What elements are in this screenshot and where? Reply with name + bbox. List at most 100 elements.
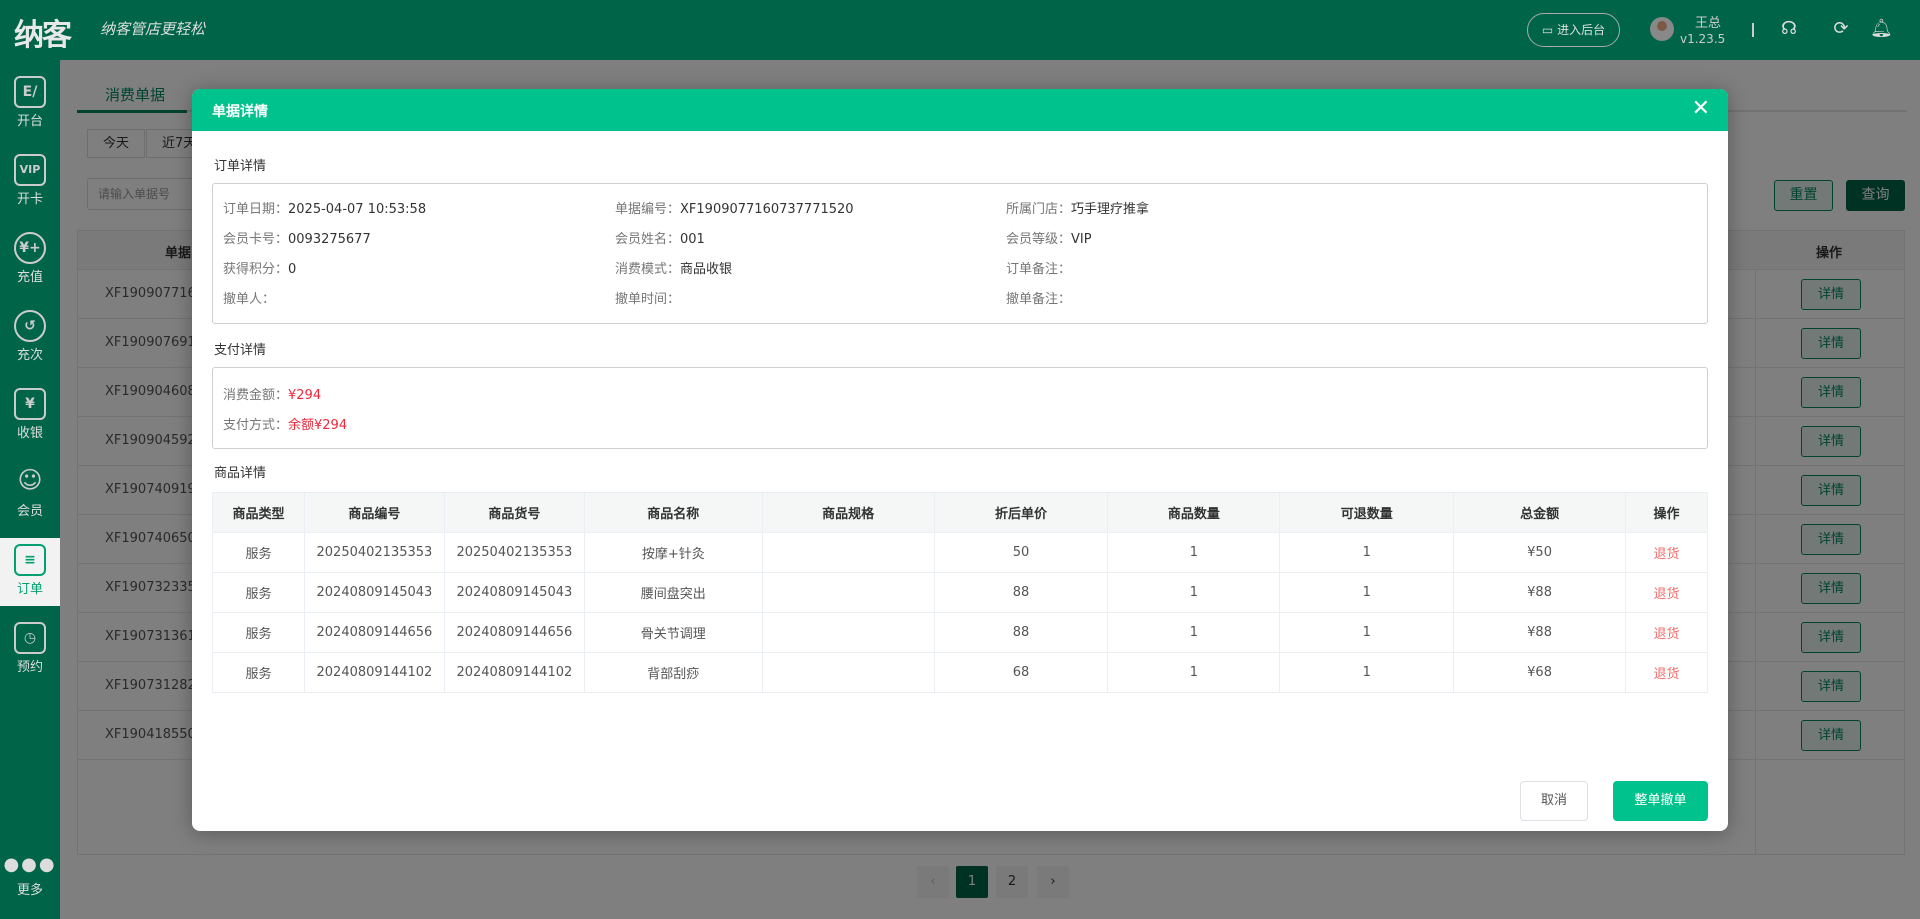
field-label: 支付方式： <box>223 418 289 433</box>
order-field: 消费模式：商品收银 <box>615 258 732 277</box>
field-value: XF1909077160737771520 <box>680 202 854 217</box>
dialog-header: 单据详情 ✕ <box>192 89 1728 131</box>
table-cell: 50 <box>933 532 1109 573</box>
headset-icon[interactable]: ☊ <box>1778 18 1800 40</box>
member-icon: ☺ <box>17 466 43 494</box>
table-row: 服务 20250402135353 20250402135353 按摩+针灸 50 1 1 ¥… <box>212 532 1708 573</box>
field-label: 订单备注： <box>1006 262 1072 277</box>
top-bar: 纳客 纳客管店更轻松 ▭ 进入后台 王总 v1.23.5 ☊ ⟳ 🔔︎ <box>0 0 1920 60</box>
column-header: 商品货号 <box>443 492 585 533</box>
user-name[interactable]: 王总 <box>1686 12 1730 31</box>
field-label: 消费金额： <box>223 388 289 403</box>
order-field: 撤单人： <box>223 288 275 307</box>
field-label: 所属门店： <box>1006 202 1072 217</box>
sidebar-item-booking[interactable]: ◷ 预约 <box>0 616 60 680</box>
table-cell: ¥50 <box>1453 532 1626 573</box>
pay-amount: 消费金额：¥294 <box>223 384 321 403</box>
return-link[interactable]: 退货 <box>1625 652 1708 693</box>
bell-icon[interactable]: 🔔︎ <box>1870 18 1893 40</box>
table-cell: 服务 <box>212 572 305 613</box>
order-field: 撤单备注： <box>1006 288 1071 307</box>
return-link[interactable]: 退货 <box>1625 572 1708 613</box>
order-detail-dialog: 单据详情 ✕ 订单详情 订单日期：2025-04-07 10:53:58 单据编号… <box>192 89 1728 831</box>
return-link[interactable]: 退货 <box>1625 532 1708 573</box>
column-header: 商品规格 <box>761 492 935 533</box>
sidebar-item-cashier[interactable]: ¥ 收银 <box>0 382 60 446</box>
column-header: 商品编号 <box>303 492 445 533</box>
table-cell: ¥68 <box>1453 652 1626 693</box>
table-cell: ¥88 <box>1453 612 1626 653</box>
field-label: 单据编号： <box>615 202 681 217</box>
sidebar-label: 开台 <box>16 114 43 129</box>
order-field: 订单备注： <box>1006 258 1071 277</box>
sync-icon[interactable]: ⟳ <box>1830 18 1852 40</box>
enter-backend-button[interactable]: ▭ 进入后台 <box>1527 13 1620 47</box>
slogan: 纳客管店更轻松 <box>100 20 206 38</box>
cancel-button[interactable]: 取消 <box>1520 781 1588 821</box>
sidebar-label: 订单 <box>16 582 43 597</box>
sidebar-label: 充值 <box>16 270 43 285</box>
open-table-icon: E/ <box>14 76 46 108</box>
goods-table-header: 商品类型 商品编号 商品货号 商品名称 商品规格 折后单价 商品数量 可退数量 总金额 操作 <box>212 492 1708 533</box>
sidebar-item-recharge[interactable]: ¥+ 充值 <box>0 226 60 290</box>
table-cell: 1 <box>1279 572 1455 613</box>
avatar[interactable] <box>1650 17 1674 41</box>
sidebar-label: 开卡 <box>16 192 43 207</box>
table-cell: 20240809145043 <box>303 572 445 613</box>
order-field: 获得积分：0 <box>223 258 296 277</box>
sidebar-item-card[interactable]: VIP 开卡 <box>0 148 60 212</box>
table-cell: 服务 <box>212 532 305 573</box>
pay-section-title: 支付详情 <box>214 343 267 358</box>
field-label: 撤单备注： <box>1006 292 1072 307</box>
return-link[interactable]: 退货 <box>1625 612 1708 653</box>
table-cell: 88 <box>933 572 1109 613</box>
table-cell: 服务 <box>212 652 305 693</box>
field-value: ¥294 <box>288 388 322 403</box>
field-value: 2025-04-07 10:53:58 <box>288 202 427 217</box>
close-icon[interactable]: ✕ <box>1692 96 1710 121</box>
column-header: 商品数量 <box>1107 492 1281 533</box>
table-cell: 20240809144656 <box>303 612 445 653</box>
vip-card-icon: VIP <box>14 154 46 186</box>
field-label: 撤单时间： <box>615 292 681 307</box>
table-cell: 20240809144102 <box>303 652 445 693</box>
table-cell: 1 <box>1107 612 1281 653</box>
table-cell: 20240809145043 <box>443 572 585 613</box>
version: v1.23.5 <box>1680 32 1726 46</box>
table-cell: 背部刮痧 <box>583 652 763 693</box>
table-cell: 1 <box>1279 652 1455 693</box>
backend-label: 进入后台 <box>1557 23 1606 37</box>
field-label: 会员等级： <box>1006 232 1072 247</box>
orders-icon: ≡ <box>14 544 46 576</box>
calendar-clock-icon: ◷ <box>14 622 46 654</box>
field-value: VIP <box>1071 232 1092 247</box>
recharge-icon: ¥+ <box>14 232 46 264</box>
table-cell: 按摩+针灸 <box>583 532 763 573</box>
sidebar-item-orders[interactable]: ≡ 订单 <box>0 538 60 606</box>
cashier-icon: ¥ <box>14 388 46 420</box>
table-cell <box>761 572 935 613</box>
sidebar-item-times[interactable]: ↺ 充次 <box>0 304 60 368</box>
more-dots-icon: ●●● <box>3 854 57 875</box>
sidebar-label: 预约 <box>16 660 43 675</box>
table-cell: 1 <box>1279 532 1455 573</box>
table-cell: ¥88 <box>1453 572 1626 613</box>
order-field: 会员等级：VIP <box>1006 228 1092 247</box>
column-header: 商品类型 <box>212 492 305 533</box>
table-cell: 68 <box>933 652 1109 693</box>
sidebar-item-member[interactable]: ☺ 会员 <box>0 460 60 524</box>
sidebar-item-open-table[interactable]: E/开台 <box>0 70 60 134</box>
order-field: 撤单时间： <box>615 288 680 307</box>
order-info-box: 订单日期：2025-04-07 10:53:58 单据编号：XF190907716… <box>212 183 1708 324</box>
divider <box>1752 23 1754 37</box>
revoke-order-button[interactable]: 整单撤单 <box>1613 781 1708 821</box>
table-cell <box>761 532 935 573</box>
times-icon: ↺ <box>14 310 46 342</box>
sidebar-item-more[interactable]: ●●● 更多 <box>0 848 60 912</box>
field-label: 获得积分： <box>223 262 289 277</box>
goods-section-title: 商品详情 <box>214 466 267 481</box>
field-value: 0093275677 <box>288 232 371 247</box>
column-header: 可退数量 <box>1279 492 1455 533</box>
dialog-title: 单据详情 <box>212 104 268 120</box>
table-row: 服务 20240809144656 20240809144656 骨关节调理 88 1 1 ¥… <box>212 612 1708 653</box>
